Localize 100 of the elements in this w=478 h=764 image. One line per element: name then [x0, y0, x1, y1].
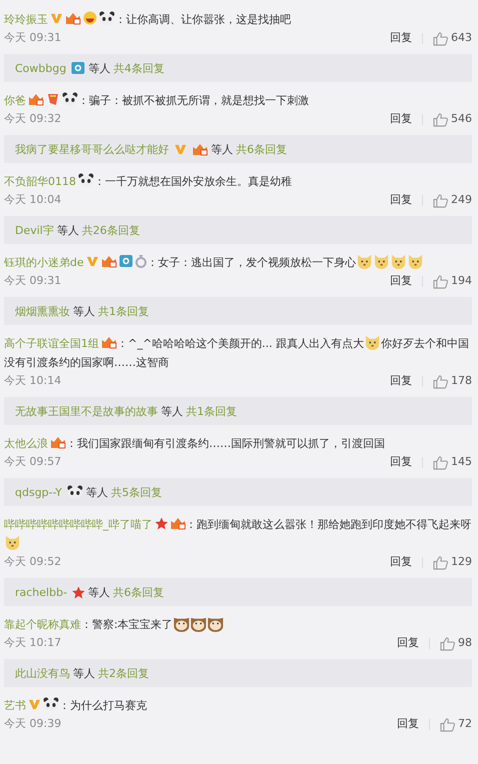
- thumbs-up-icon[interactable]: [440, 716, 455, 732]
- replier-name[interactable]: 烟烟熏熏妆: [15, 304, 70, 318]
- replier-name[interactable]: 无故事王国里不是故事的故事: [15, 404, 158, 418]
- panda-icon: [99, 11, 115, 25]
- like-count: 178: [451, 373, 472, 389]
- reply-link[interactable]: 回复: [390, 110, 412, 128]
- v-icon: [50, 12, 63, 25]
- comment-text: 哔哔哔哔哔哔哔哔哔_哔了喵了 ：跑到缅甸就敢这么嚣张！那给她跑到印度她不得飞起来呀: [4, 515, 472, 553]
- ring-icon: [134, 254, 147, 268]
- reply-count-link[interactable]: 共1条回复: [186, 404, 237, 418]
- comment-time: 今天 09:31: [4, 30, 62, 46]
- v-icon: [28, 698, 41, 711]
- reply-count-link[interactable]: 共26条回复: [82, 222, 140, 238]
- panda-icon: [78, 173, 94, 187]
- camera-icon: [118, 254, 133, 268]
- v-icon: [86, 255, 99, 268]
- reply-count-link[interactable]: 共6条回复: [236, 142, 287, 156]
- replier-name[interactable]: qdsgp--Y: [15, 486, 62, 498]
- reply-link[interactable]: 回复: [397, 634, 419, 652]
- comment-text: 钰琪的小迷弟de ：女子：逃出国了，发个视频放松一下身心: [4, 253, 472, 272]
- cat-emoticon: [372, 253, 390, 270]
- comment-text: 你爸 ：骗子：被抓不被抓无所谓，就是想找一下刺激: [4, 91, 310, 109]
- reply-count-link[interactable]: 共2条回复: [98, 666, 149, 680]
- thumbs-up-icon[interactable]: [440, 636, 455, 650]
- like-count: 546: [451, 111, 472, 127]
- crown-icon: [50, 435, 66, 449]
- comment-time: 今天 09:57: [4, 454, 62, 470]
- user-name[interactable]: 太他么浪: [4, 437, 48, 450]
- others-label: 等人: [161, 404, 183, 418]
- replier-name[interactable]: Cowbbgg: [15, 62, 66, 74]
- v-icon: [174, 142, 187, 156]
- thumbs-up-icon[interactable]: [433, 274, 448, 288]
- cat-emoticon: [406, 253, 424, 270]
- replier-name[interactable]: 我病了要星移哥哥么么哒才能好: [15, 142, 169, 156]
- comment-text: 玲玲振玉 ：让你高调、让你嚣张，这是找抽吧: [4, 10, 292, 28]
- like-count: 643: [451, 30, 472, 46]
- user-name[interactable]: 哔哔哔哔哔哔哔哔哔_哔了喵了: [4, 518, 152, 531]
- panda-icon: [67, 485, 84, 499]
- panda-icon: [43, 697, 59, 711]
- reply-count-link[interactable]: 共4条回复: [113, 60, 164, 76]
- dog-emoticon: [172, 615, 190, 632]
- crown-icon: [28, 92, 44, 106]
- like-count: 194: [451, 273, 472, 289]
- reply-link[interactable]: 回复: [390, 553, 412, 571]
- cat-emoticon: [390, 253, 407, 270]
- thumbs-up-icon[interactable]: [433, 454, 448, 470]
- like-count: 98: [458, 635, 472, 651]
- comment-text: 艺书 ：为什么打马赛克: [4, 696, 148, 714]
- replier-name[interactable]: Devil宇: [15, 222, 54, 238]
- comment-text: 高个子联谊全国1组 ：^_^哈哈哈哈这个美颜开的... 跟真人出入有点大 你好歹去个和中国没有引渡条约的国家啊……这智商: [4, 334, 472, 372]
- dog-emoticon: [206, 615, 224, 632]
- comment-time: 今天 09:32: [4, 111, 62, 127]
- cat-emoticon: [364, 334, 381, 351]
- others-label: 等人: [88, 60, 110, 76]
- like-count: 72: [458, 716, 472, 732]
- comment-text: 太他么浪 ：我们国家跟缅甸有引渡条约……国际刑警就可以抓了，引渡回国: [4, 434, 386, 452]
- thumbs-up-icon[interactable]: [433, 112, 448, 126]
- user-name[interactable]: 高个子联谊全国1组: [4, 337, 99, 350]
- replier-name[interactable]: rachelbb-: [15, 586, 68, 598]
- comment-time: 今天 10:14: [4, 373, 62, 389]
- like-count: 249: [451, 192, 472, 208]
- reply-link[interactable]: 回复: [397, 715, 419, 733]
- user-name[interactable]: 靠起个昵称真难: [4, 618, 81, 631]
- camera-icon: [71, 61, 86, 75]
- dog-emoticon: [190, 615, 207, 632]
- thumbs-up-icon[interactable]: [433, 554, 448, 570]
- reply-link[interactable]: 回复: [390, 453, 412, 471]
- reply-link[interactable]: 回复: [390, 372, 412, 390]
- thumbs-up-icon[interactable]: [433, 374, 448, 388]
- smiley-icon: [83, 11, 97, 25]
- comment-time: 今天 10:17: [4, 635, 62, 651]
- others-label: 等人: [211, 142, 233, 156]
- cat-emoticon: [356, 253, 373, 270]
- user-name[interactable]: 你爸: [4, 94, 26, 107]
- user-name[interactable]: 不负韶华0118: [4, 175, 76, 188]
- star-icon: [72, 586, 86, 598]
- user-name[interactable]: 艺书: [4, 699, 26, 712]
- reply-link[interactable]: 回复: [390, 272, 412, 290]
- user-name[interactable]: 钰琪的小迷弟de: [4, 256, 84, 269]
- comment-text: 靠起个昵称真难：警察:本宝宝来了: [4, 615, 472, 634]
- thumbs-up-icon[interactable]: [433, 192, 448, 208]
- thumbs-up-icon[interactable]: [433, 30, 448, 46]
- crown-icon: [65, 11, 81, 25]
- reply-count-link[interactable]: 共5条回复: [111, 484, 162, 500]
- replier-name[interactable]: 此山没有鸟: [15, 666, 70, 680]
- reply-count-link[interactable]: 共6条回复: [113, 584, 164, 600]
- user-name[interactable]: 玲玲振玉: [4, 13, 48, 26]
- comment-text: 不负韶华0118 ：一千万就想在国外安放余生。真是幼稚: [4, 172, 293, 190]
- reply-count-link[interactable]: 共1条回复: [98, 304, 149, 318]
- crown-icon: [101, 335, 117, 349]
- reply-link[interactable]: 回复: [390, 29, 412, 47]
- cat-emoticon: [4, 534, 21, 551]
- crown-icon: [192, 142, 208, 156]
- others-label: 等人: [86, 484, 108, 500]
- panda-icon: [62, 92, 78, 106]
- crown-icon: [170, 516, 186, 530]
- comment-time: 今天 09:39: [4, 716, 62, 732]
- others-label: 等人: [73, 304, 95, 318]
- star-icon: [154, 517, 168, 530]
- reply-link[interactable]: 回复: [390, 191, 412, 209]
